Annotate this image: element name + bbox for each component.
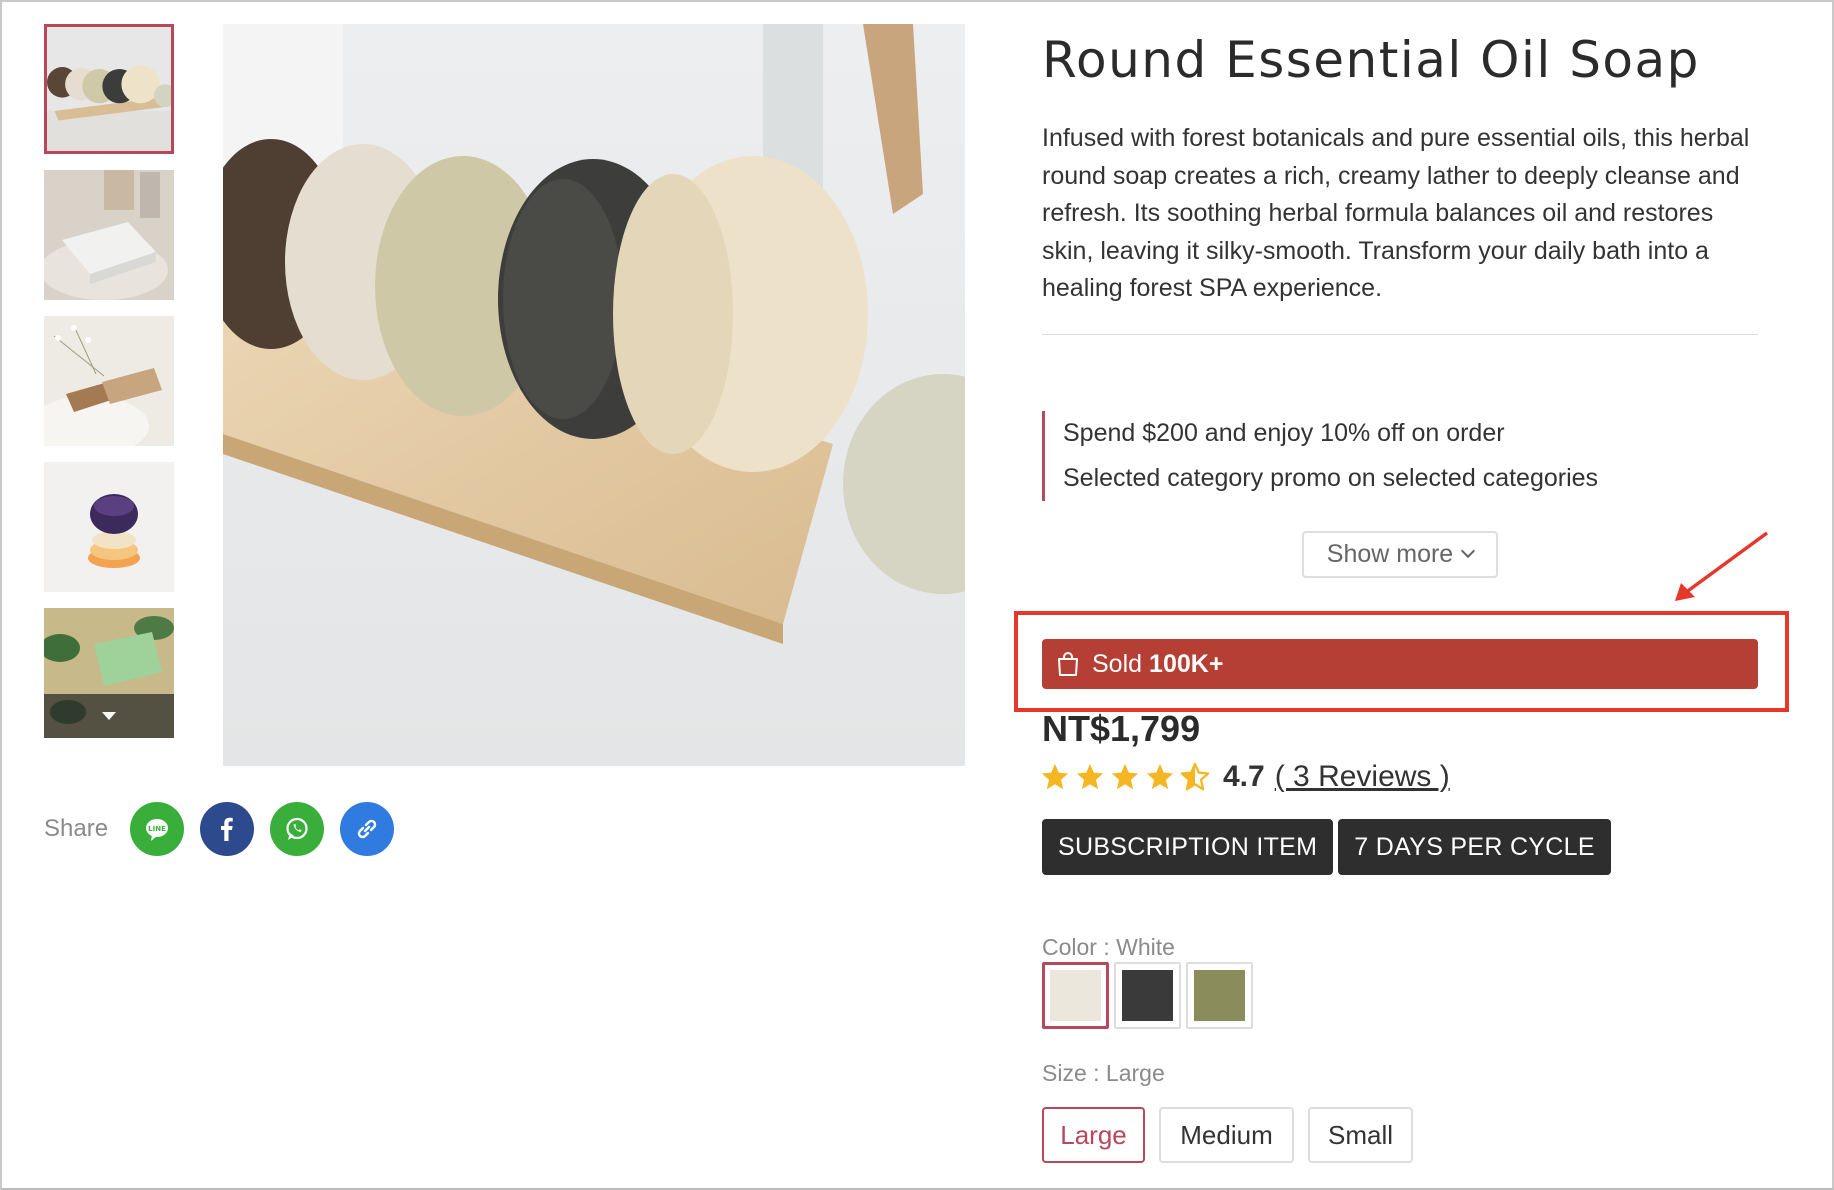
swatch-fill bbox=[1050, 970, 1101, 1021]
thumbnail-3[interactable] bbox=[44, 316, 174, 446]
size-option-medium[interactable]: Medium bbox=[1159, 1107, 1294, 1163]
cycle-tag: 7 DAYS PER CYCLE bbox=[1338, 819, 1611, 875]
promotions-list: Spend $200 and enjoy 10% off on order Se… bbox=[1042, 410, 1758, 501]
copy-link-icon bbox=[357, 819, 377, 839]
star-full-icon bbox=[1041, 763, 1069, 790]
show-more-wrapper: Show more bbox=[1042, 530, 1758, 578]
size-option-small[interactable]: Small bbox=[1308, 1107, 1413, 1163]
size-option-large[interactable]: Large bbox=[1042, 1107, 1145, 1163]
product-tags: SUBSCRIPTION ITEM 7 DAYS PER CYCLE bbox=[1042, 819, 1611, 875]
product-price: NT$1,799 bbox=[1042, 708, 1201, 749]
whatsapp-share-button[interactable] bbox=[270, 802, 325, 856]
star-half-icon bbox=[1180, 762, 1210, 791]
sold-prefix: Sold bbox=[1092, 649, 1143, 678]
show-more-label: Show more bbox=[1326, 539, 1454, 568]
show-more-button[interactable]: Show more bbox=[1302, 530, 1498, 578]
subscription-tag: SUBSCRIPTION ITEM bbox=[1042, 819, 1334, 875]
rating-value: 4.7 bbox=[1223, 760, 1265, 793]
thumbnail-4[interactable] bbox=[44, 462, 174, 592]
color-swatch-black[interactable] bbox=[1114, 962, 1181, 1029]
share-bar: Share LINE bbox=[44, 802, 410, 856]
promotion-item: Selected category promo on selected cate… bbox=[1063, 463, 1599, 492]
whatsapp-share-icon bbox=[286, 817, 308, 840]
main-product-image bbox=[223, 24, 965, 766]
thumbnail-1[interactable] bbox=[44, 24, 174, 154]
thumbnail-5[interactable] bbox=[44, 608, 174, 738]
divider bbox=[1042, 333, 1758, 335]
caret-down-icon bbox=[102, 712, 116, 720]
product-description: Infused with forest botanicals and pure … bbox=[1042, 124, 1750, 302]
color-option-label: Color : White bbox=[1042, 934, 1175, 960]
more-thumbnails-button[interactable] bbox=[44, 694, 174, 738]
line-share-button[interactable]: LINE bbox=[130, 802, 185, 856]
product-title: Round Essential Oil Soap bbox=[1042, 31, 1700, 89]
copy-link-button[interactable] bbox=[340, 802, 395, 856]
thumbnail-2[interactable] bbox=[44, 170, 174, 300]
thumbnail-list bbox=[44, 24, 174, 754]
swatch-fill bbox=[1194, 970, 1245, 1021]
color-swatches bbox=[1042, 962, 1253, 1029]
color-swatch-green[interactable] bbox=[1186, 962, 1253, 1029]
size-option-label: Size : Large bbox=[1042, 1060, 1165, 1086]
swatch-fill bbox=[1122, 970, 1173, 1021]
sold-count: 100K+ bbox=[1149, 649, 1224, 678]
star-full-icon bbox=[1076, 763, 1104, 790]
product-info: Round Essential Oil Soap Infused with fo… bbox=[1042, 24, 1758, 578]
shopping-bag-icon bbox=[1058, 652, 1078, 676]
star-full-icon bbox=[1146, 763, 1174, 790]
size-options: Large Medium Small bbox=[1042, 1107, 1413, 1163]
line-share-icon: LINE bbox=[146, 819, 169, 841]
product-page: Share LINE Round Essential Oil Soap Infu… bbox=[0, 0, 1834, 1190]
promotion-item: Spend $200 and enjoy 10% off on order bbox=[1063, 418, 1505, 447]
reviews-link[interactable]: ( 3 Reviews ) bbox=[1275, 760, 1450, 794]
facebook-share-button[interactable] bbox=[200, 802, 255, 856]
color-swatch-white[interactable] bbox=[1042, 962, 1109, 1029]
star-full-icon bbox=[1111, 763, 1139, 790]
annotation-arrow-icon bbox=[1675, 531, 1769, 601]
chevron-down-icon bbox=[1461, 543, 1476, 559]
svg-text:LINE: LINE bbox=[148, 825, 166, 833]
rating-summary: 4.7 ( 3 Reviews ) bbox=[1040, 760, 1450, 794]
facebook-share-icon bbox=[221, 817, 233, 841]
sold-count-bar: Sold 100K+ bbox=[1042, 639, 1758, 689]
share-label: Share bbox=[44, 815, 109, 842]
